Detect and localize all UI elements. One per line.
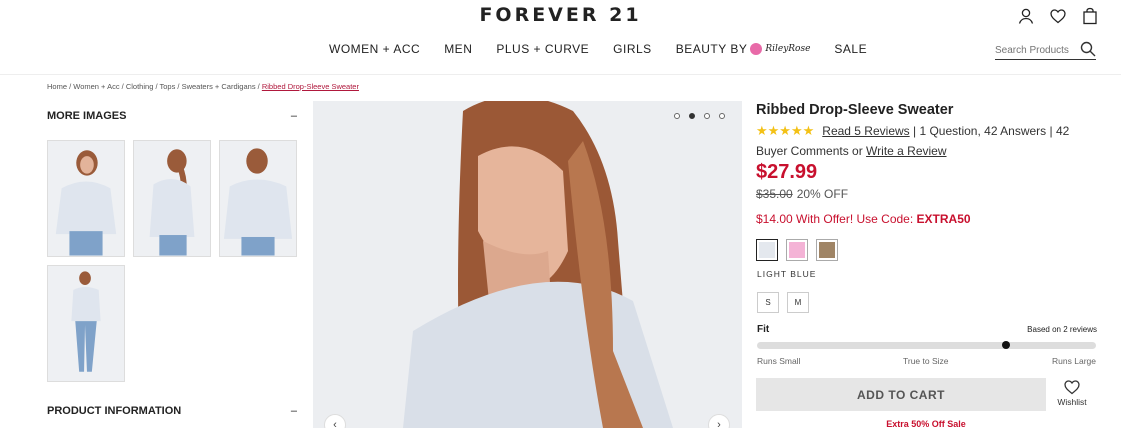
carousel-dot[interactable] xyxy=(674,113,680,119)
header-icons xyxy=(1017,7,1099,25)
buyer-comments-row: Buyer Comments or Write a Review xyxy=(756,144,947,158)
collapse-icon[interactable]: – xyxy=(291,110,297,122)
rileyrose-logo-icon xyxy=(750,43,763,55)
carousel-dot-active[interactable] xyxy=(689,113,695,119)
header-divider xyxy=(0,74,1121,75)
read-reviews-link[interactable]: Read 5 Reviews xyxy=(822,124,909,138)
nav-sale[interactable]: SALE xyxy=(834,42,867,56)
selected-color-name: LIGHT BLUE xyxy=(757,269,817,279)
swatch-color xyxy=(759,242,775,258)
buyer-comments-text: Buyer Comments or xyxy=(756,144,867,158)
fit-runs-small: Runs Small xyxy=(757,356,801,366)
breadcrumb-current[interactable]: Ribbed Drop-Sleeve Sweater xyxy=(262,82,359,91)
fit-scale xyxy=(757,341,1096,349)
thumbnail-4[interactable] xyxy=(47,265,125,382)
qa-text: | 1 Question, 42 Answers | 42 xyxy=(909,124,1070,138)
carousel-dot[interactable] xyxy=(704,113,710,119)
main-product-image[interactable] xyxy=(313,101,742,428)
fit-based-on: Based on 2 reviews xyxy=(1027,325,1097,334)
discount-label: 20% OFF xyxy=(796,187,849,201)
more-images-header[interactable]: MORE IMAGES – xyxy=(47,110,297,122)
rileyrose-brand: RileyRose xyxy=(765,44,811,54)
fit-indicator xyxy=(1001,341,1010,349)
thumbnail-3[interactable] xyxy=(219,140,297,257)
swatch-taupe[interactable] xyxy=(816,239,838,261)
collapse-icon[interactable]: – xyxy=(291,405,297,417)
swatch-color xyxy=(789,242,805,258)
account-icon[interactable] xyxy=(1017,7,1035,25)
star-rating-icon: ★★★★★ xyxy=(756,123,815,138)
nav-men[interactable]: MEN xyxy=(444,42,472,56)
bag-icon[interactable] xyxy=(1081,7,1099,25)
offer-code: EXTRA50 xyxy=(916,212,971,226)
site-logo[interactable]: FOREVER 21 xyxy=(0,4,1121,26)
offer-text: $14.00 With Offer! Use Code: xyxy=(756,212,917,226)
more-images-title: MORE IMAGES xyxy=(47,110,127,122)
promo-banner[interactable]: Extra 50% Off Sale xyxy=(756,419,1096,428)
sale-price: $27.99 xyxy=(756,161,818,183)
thumbnail-1[interactable] xyxy=(47,140,125,257)
heart-icon[interactable] xyxy=(1049,7,1067,25)
add-to-cart-button[interactable]: ADD TO CART xyxy=(756,378,1046,411)
breadcrumb: Home / Women + Acc / Clothing / Tops / S… xyxy=(47,82,359,91)
wishlist-button[interactable]: Wishlist xyxy=(1054,378,1090,407)
product-info-title: PRODUCT INFORMATION xyxy=(47,405,182,417)
size-options: S M xyxy=(757,292,809,313)
offer-row: $14.00 With Offer! Use Code: EXTRA50 xyxy=(756,212,971,226)
swatch-pink[interactable] xyxy=(786,239,808,261)
fit-runs-large: Runs Large xyxy=(1052,356,1096,366)
nav-plus[interactable]: PLUS + CURVE xyxy=(496,42,589,56)
color-swatches xyxy=(756,239,838,261)
nav-beauty[interactable]: BEAUTY BY RileyRose xyxy=(676,42,811,56)
fit-true-to-size: True to Size xyxy=(903,356,949,366)
nav-women[interactable]: WOMEN + ACC xyxy=(329,42,420,56)
original-price: $35.00 xyxy=(756,187,793,201)
search-icon[interactable] xyxy=(1080,41,1096,57)
fit-label: Fit xyxy=(757,324,770,335)
swatch-color xyxy=(819,242,835,258)
breadcrumb-path[interactable]: Home / Women + Acc / Clothing / Tops / S… xyxy=(47,82,260,91)
nav-beauty-label: BEAUTY BY xyxy=(675,42,748,56)
product-info-header[interactable]: PRODUCT INFORMATION – xyxy=(47,405,297,417)
wishlist-label: Wishlist xyxy=(1057,397,1087,407)
rating-row: ★★★★★ Read 5 Reviews | 1 Question, 42 Ans… xyxy=(756,123,1069,139)
product-title: Ribbed Drop-Sleeve Sweater xyxy=(756,102,954,118)
thumbnail-2[interactable] xyxy=(133,140,211,257)
search-box xyxy=(995,40,1096,60)
carousel-dots xyxy=(674,113,725,119)
size-s-button[interactable]: S xyxy=(757,292,779,313)
heart-icon xyxy=(1064,380,1080,395)
original-price-row: $35.00 20% OFF xyxy=(756,187,848,201)
carousel-dot[interactable] xyxy=(719,113,725,119)
swatch-light-blue[interactable] xyxy=(756,239,778,261)
write-review-link[interactable]: Write a Review xyxy=(866,144,946,158)
nav-girls[interactable]: GIRLS xyxy=(613,42,652,56)
main-nav: WOMEN + ACC MEN PLUS + CURVE GIRLS BEAUT… xyxy=(329,42,867,56)
search-input[interactable] xyxy=(995,42,1077,56)
size-m-button[interactable]: M xyxy=(787,292,809,313)
